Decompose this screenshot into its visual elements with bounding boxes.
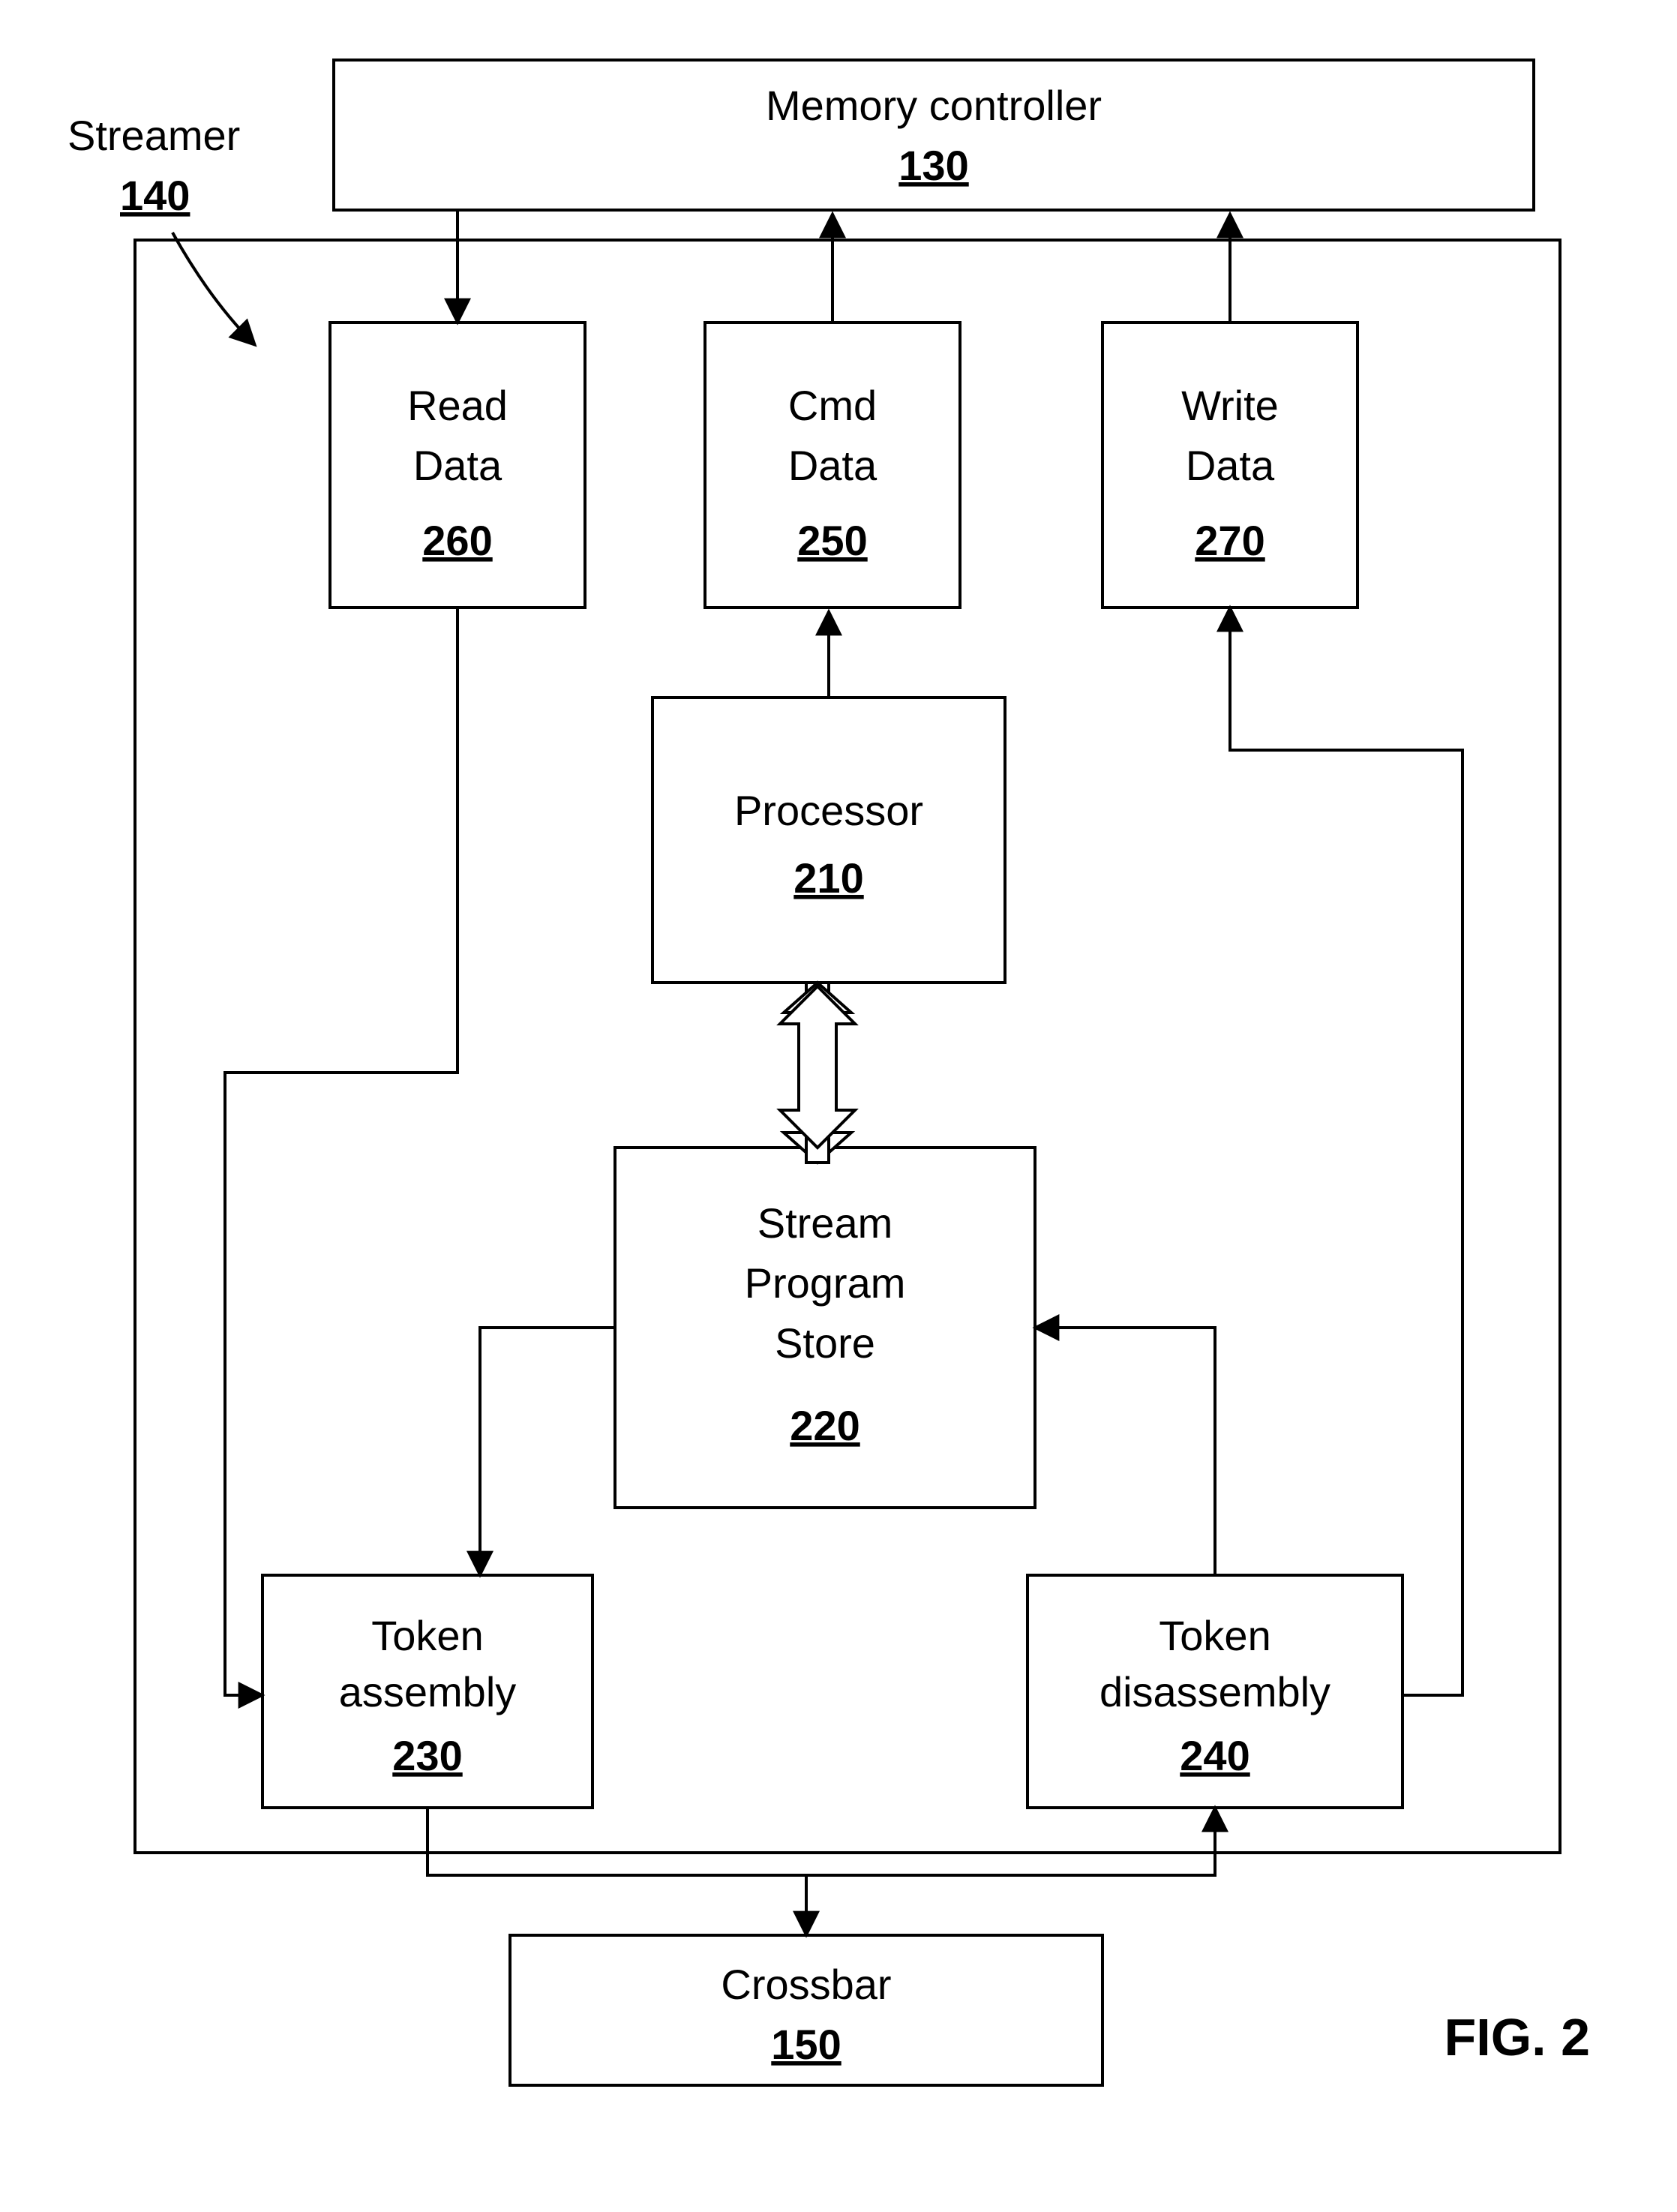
processor-box [652, 698, 1005, 983]
token-assembly-num: 230 [392, 1732, 462, 1779]
processor-label: Processor [734, 787, 923, 834]
memory-controller-num: 130 [898, 142, 968, 189]
arrow-tokasm-to-crossbar [428, 1808, 806, 1935]
sps-l1: Stream [758, 1199, 893, 1247]
sps-l2: Program [745, 1259, 906, 1307]
streamer-label: Streamer [68, 112, 240, 159]
read-data-l1: Read [407, 382, 508, 429]
write-data-num: 270 [1195, 517, 1264, 564]
streamer-pointer [172, 233, 255, 345]
arrow-crossbar-to-tokdis [806, 1808, 1215, 1875]
cmd-data-num: 250 [797, 517, 867, 564]
token-disassembly-num: 240 [1180, 1732, 1250, 1779]
processor-num: 210 [794, 854, 863, 902]
token-assembly-l1: Token [371, 1612, 483, 1659]
read-data-num: 260 [422, 517, 492, 564]
crossbar-num: 150 [771, 2021, 841, 2068]
arrow-sps-to-tokasm [480, 1328, 615, 1575]
sps-num: 220 [790, 1402, 860, 1449]
read-data-l2: Data [413, 442, 502, 489]
cmd-data-l2: Data [788, 442, 878, 489]
streamer-num: 140 [120, 172, 190, 219]
sps-l3: Store [775, 1319, 875, 1367]
cmd-data-l1: Cmd [788, 382, 877, 429]
write-data-l1: Write [1181, 382, 1279, 429]
token-disassembly-l1: Token [1159, 1612, 1270, 1659]
memory-controller-label: Memory controller [766, 82, 1102, 129]
bidir-arrow-shape [780, 986, 855, 1148]
arrow-read-to-tokasm [225, 608, 458, 1695]
figure-label: FIG. 2 [1444, 2008, 1590, 2066]
crossbar-label: Crossbar [721, 1961, 891, 2008]
token-assembly-l2: assembly [339, 1668, 517, 1715]
token-disassembly-l2: disassembly [1100, 1668, 1330, 1715]
arrow-tokdis-to-sps [1035, 1328, 1215, 1575]
write-data-l2: Data [1186, 442, 1275, 489]
arrow-tokdis-to-write [1230, 608, 1462, 1695]
